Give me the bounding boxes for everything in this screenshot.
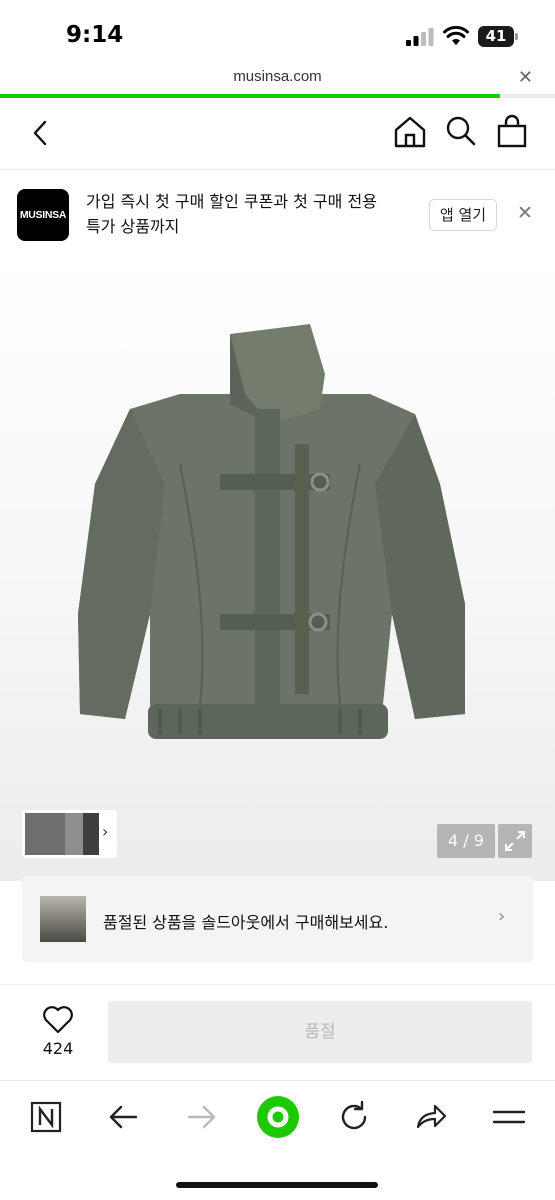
musinsa-logo: MUSINSA xyxy=(17,189,69,241)
forward-icon[interactable] xyxy=(181,1097,221,1137)
soldout-promo-card[interactable]: 품절된 상품을 솔드아웃에서 구매해보세요. › xyxy=(22,876,533,962)
soldout-button[interactable]: 품절 xyxy=(108,1001,532,1063)
app-install-banner: MUSINSA 가입 즉시 첫 구매 할인 쿠폰과 첫 구매 전용 특가 상품까… xyxy=(0,171,555,259)
like-button[interactable]: 424 xyxy=(36,1005,80,1058)
expand-icon[interactable] xyxy=(498,824,532,858)
url-text[interactable]: musinsa.com xyxy=(0,68,555,85)
battery-icon: 41 xyxy=(478,26,518,47)
shopping-bag-icon[interactable] xyxy=(496,114,528,148)
address-bar[interactable]: musinsa.com ✕ xyxy=(0,64,555,98)
app-banner-message: 가입 즉시 첫 구매 할인 쿠폰과 첫 구매 전용 특가 상품까지 xyxy=(86,189,406,239)
search-icon[interactable] xyxy=(445,115,477,147)
green-dot-home-icon[interactable] xyxy=(256,1095,300,1139)
chevron-right-icon[interactable]: › xyxy=(102,822,108,841)
site-header xyxy=(0,98,555,170)
heart-icon[interactable] xyxy=(42,1005,74,1035)
chevron-right-icon[interactable]: › xyxy=(498,906,505,927)
open-app-button[interactable]: 앱 열기 xyxy=(429,199,497,231)
home-indicator xyxy=(176,1182,378,1188)
soldout-promo-text: 품절된 상품을 솔드아웃에서 구매해보세요. xyxy=(103,913,389,932)
home-icon[interactable] xyxy=(393,115,427,149)
back-icon[interactable] xyxy=(104,1097,144,1137)
app-banner-line1: 가입 즉시 첫 구매 할인 쿠폰과 첫 구매 전용 xyxy=(86,192,377,211)
gallery-page-counter: 4 / 9 xyxy=(437,824,495,858)
status-time: 9:14 xyxy=(66,22,124,48)
cellular-signal-icon xyxy=(406,28,434,46)
purchase-action-bar: 424 품절 xyxy=(0,984,555,1080)
gallery-thumbnail[interactable] xyxy=(65,813,83,855)
like-count: 424 xyxy=(42,1039,74,1058)
app-banner-line2: 특가 상품까지 xyxy=(86,217,180,236)
close-icon[interactable]: ✕ xyxy=(518,67,533,88)
gallery-thumbnails[interactable]: › xyxy=(22,810,117,858)
product-image-jacket xyxy=(78,324,465,739)
naver-n-icon[interactable] xyxy=(26,1097,66,1137)
status-bar: 9:14 41 xyxy=(0,0,555,64)
product-image-gallery[interactable]: › 4 / 9 xyxy=(0,259,555,881)
gallery-thumbnail[interactable] xyxy=(83,813,99,855)
gallery-thumbnail[interactable] xyxy=(25,813,65,855)
back-arrow-icon[interactable] xyxy=(26,118,56,148)
soldout-product-thumbnail xyxy=(40,896,86,942)
close-icon[interactable]: ✕ xyxy=(517,202,533,224)
browser-toolbar xyxy=(0,1080,555,1200)
menu-icon[interactable] xyxy=(489,1097,529,1137)
refresh-icon[interactable] xyxy=(334,1097,374,1137)
wifi-icon xyxy=(443,25,469,45)
share-icon[interactable] xyxy=(411,1097,451,1137)
battery-level: 41 xyxy=(478,26,514,47)
